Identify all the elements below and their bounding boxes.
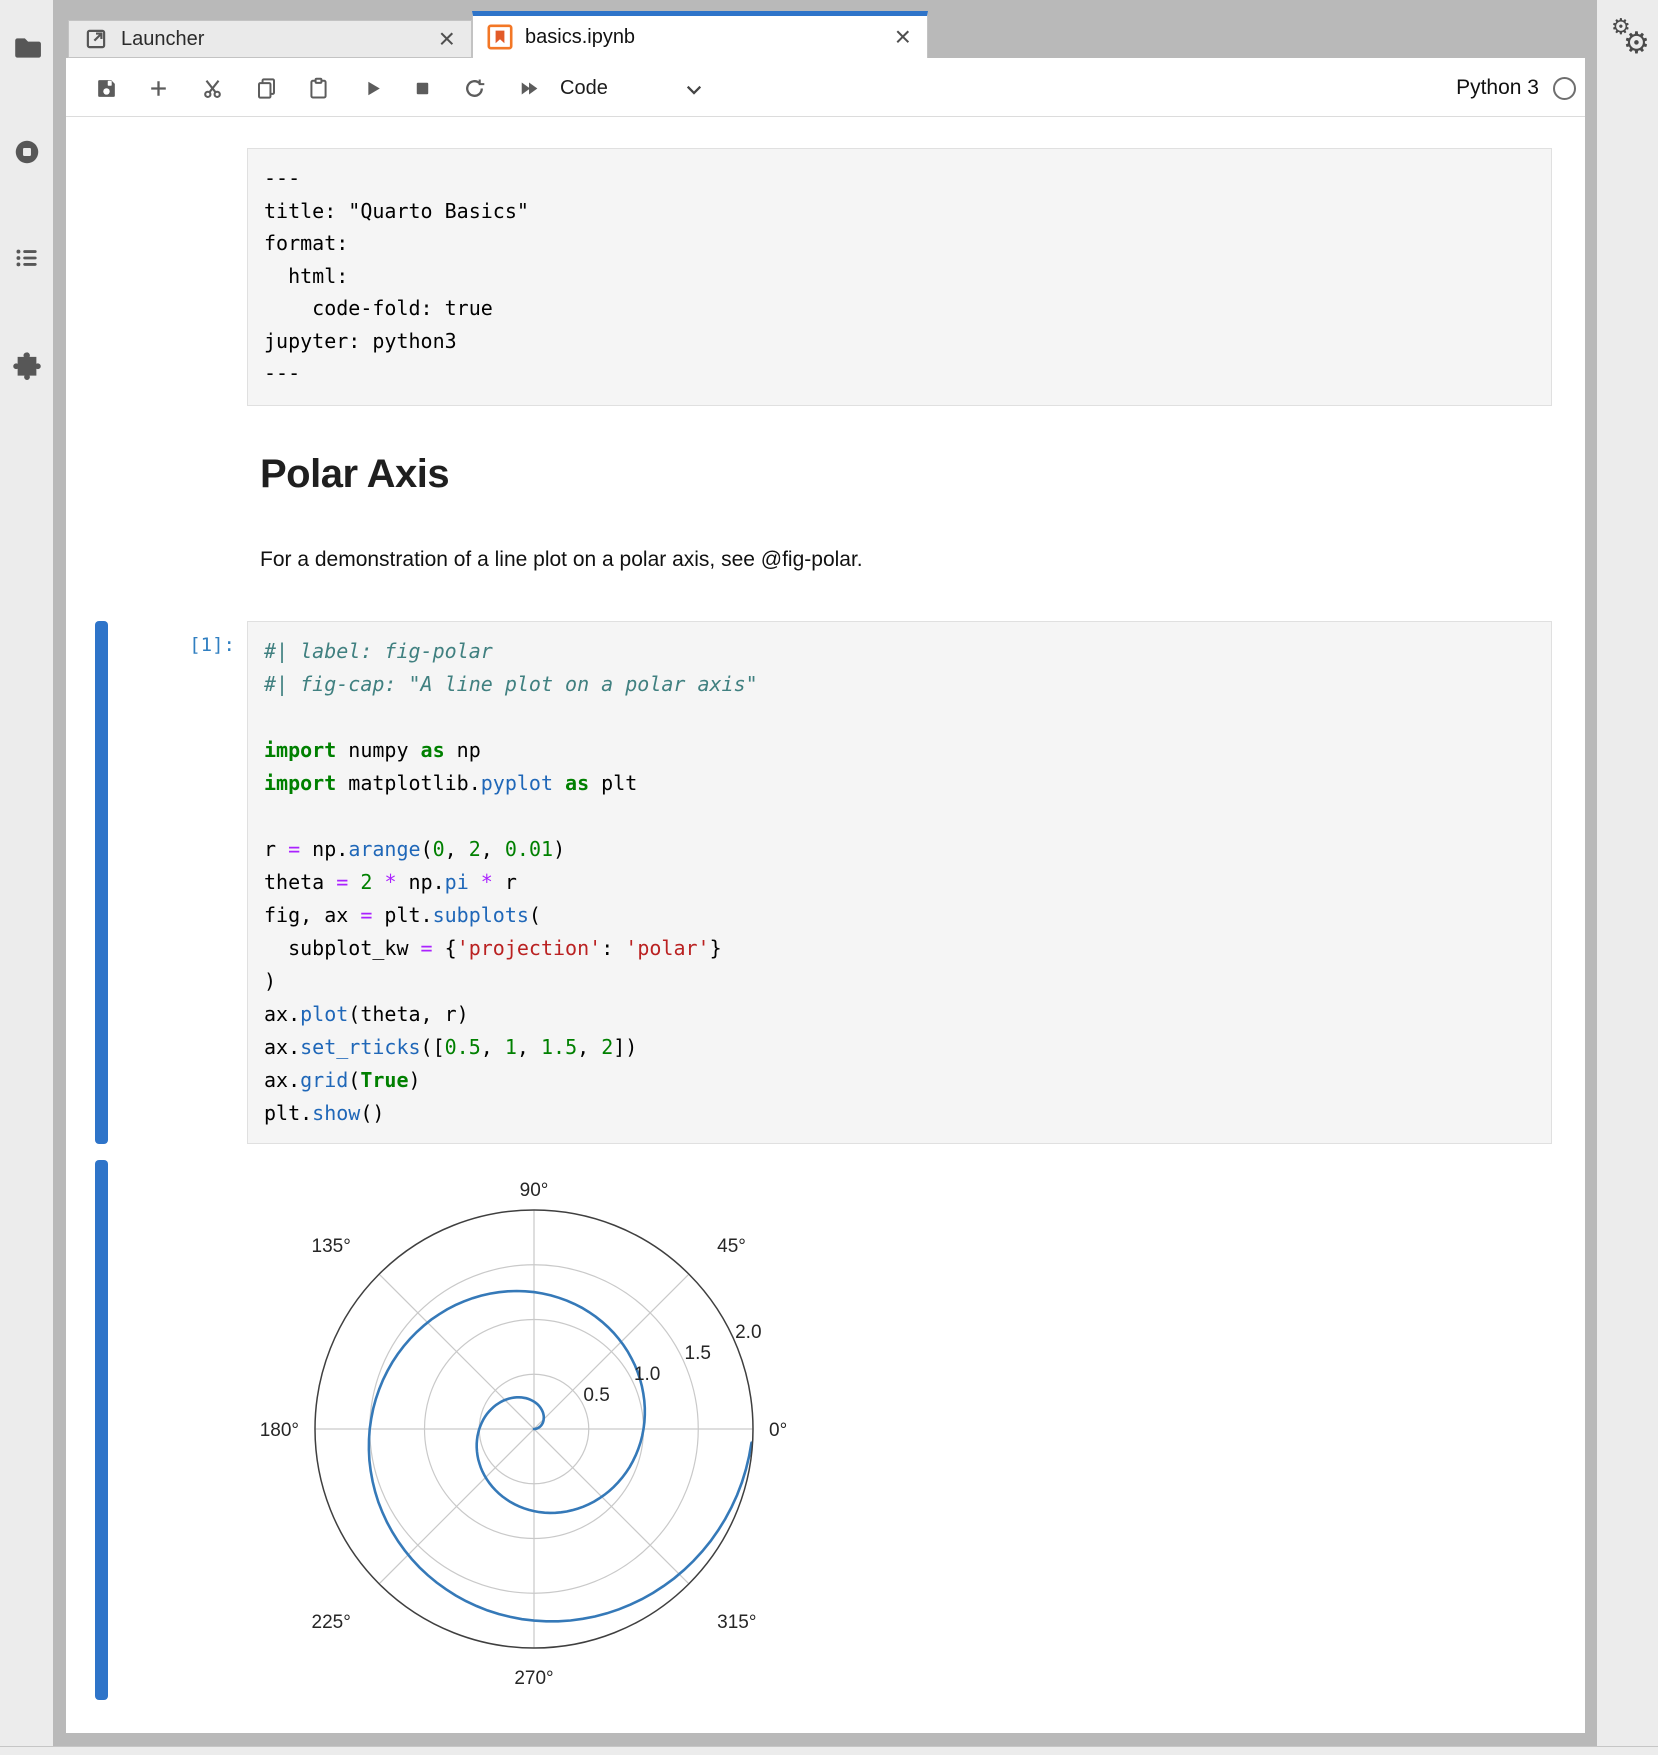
cut-cells-button[interactable] <box>194 70 230 106</box>
tick-label: 1.5 <box>685 1343 711 1364</box>
tick-label: 270° <box>514 1668 553 1689</box>
tick-label: 0° <box>769 1420 787 1441</box>
run-all-cells-button[interactable] <box>510 70 546 106</box>
execution-count-prompt: [1]: <box>100 634 235 656</box>
stop-kernel-button[interactable] <box>404 70 440 106</box>
gear-large-icon: ⚙ <box>1623 29 1650 59</box>
code-line: ax.plot(theta, r) <box>264 998 1535 1031</box>
tick-label: 90° <box>520 1180 549 1201</box>
tab-launcher[interactable]: Launcher × <box>68 20 472 58</box>
raw-cell[interactable]: ---title: "Quarto Basics"format: html: c… <box>247 148 1552 406</box>
code-line: subplot_kw = {'projection': 'polar'} <box>264 932 1535 965</box>
insert-cell-button[interactable] <box>140 70 176 106</box>
code-cell-collapser[interactable] <box>95 621 108 1144</box>
extension-manager-icon[interactable] <box>12 350 42 380</box>
tick-label: 2.0 <box>735 1322 761 1343</box>
output-collapser[interactable] <box>95 1160 108 1700</box>
code-line: #| label: fig-polar <box>264 635 1535 668</box>
kernel-indicator[interactable]: Python 3 <box>1300 70 1576 106</box>
right-sidebar: ⚙ ⚙ <box>1597 0 1658 1754</box>
tab-launcher-close-icon[interactable]: × <box>439 26 455 52</box>
raw-cell-line: code-fold: true <box>264 292 1535 325</box>
code-cell[interactable]: #| label: fig-polar#| fig-cap: "A line p… <box>247 621 1552 1144</box>
file-browser-icon[interactable] <box>12 33 42 63</box>
toolbar-divider <box>66 116 1585 117</box>
tick-label: 1.0 <box>634 1364 660 1385</box>
tick-label: 0.5 <box>583 1385 609 1406</box>
tick-label: 180° <box>260 1420 299 1441</box>
code-line <box>264 701 1535 734</box>
cell-type-value: Code <box>560 77 608 100</box>
code-line: ) <box>264 965 1535 998</box>
tab-notebook-label: basics.ipynb <box>525 26 635 49</box>
code-line: fig, ax = plt.subplots( <box>264 899 1535 932</box>
kernel-name: Python 3 <box>1456 76 1539 100</box>
output-area: 0° 45° 90° 135° 180° 225° 270° 315° 0.5 1.0 1.5 2.0 <box>240 1152 840 1736</box>
code-line: import numpy as np <box>264 734 1535 767</box>
raw-cell-line: format: <box>264 227 1535 260</box>
running-kernels-icon[interactable] <box>12 137 42 167</box>
tick-label: 45° <box>717 1236 746 1257</box>
tab-launcher-label: Launcher <box>121 28 204 51</box>
save-button[interactable] <box>88 70 124 106</box>
markdown-heading: Polar Axis <box>260 452 449 497</box>
notebook-icon <box>487 24 513 50</box>
raw-cell-line: jupyter: python3 <box>264 325 1535 358</box>
left-activity-bar <box>0 0 53 1754</box>
code-line: ax.grid(True) <box>264 1064 1535 1097</box>
code-line: #| fig-cap: "A line plot on a polar axis… <box>264 668 1535 701</box>
jupyterlab-window: { "tabs": [ { "label": "Launcher", "icon… <box>0 0 1658 1754</box>
code-line: plt.show() <box>264 1097 1535 1130</box>
markdown-paragraph: For a demonstration of a line plot on a … <box>260 548 863 572</box>
code-line: ax.set_rticks([0.5, 1, 1.5, 2]) <box>264 1031 1535 1064</box>
table-of-contents-icon[interactable] <box>12 243 42 273</box>
code-line: r = np.arange(0, 2, 0.01) <box>264 833 1535 866</box>
property-inspector-gears-icon[interactable]: ⚙ ⚙ <box>1609 16 1653 64</box>
polar-plot-figure: 0° 45° 90° 135° 180° 225° 270° 315° 0.5 1.0 1.5 2.0 <box>240 1152 840 1736</box>
run-cell-button[interactable] <box>354 70 390 106</box>
restart-kernel-button[interactable] <box>456 70 492 106</box>
raw-cell-line: --- <box>264 162 1535 195</box>
code-line <box>264 800 1535 833</box>
paste-cells-button[interactable] <box>300 70 336 106</box>
tick-label: 315° <box>717 1612 756 1633</box>
raw-cell-line: html: <box>264 260 1535 293</box>
tick-label: 225° <box>312 1612 351 1633</box>
copy-cells-button[interactable] <box>248 70 284 106</box>
tab-notebook-close-icon[interactable]: × <box>895 24 911 50</box>
tab-notebook[interactable]: basics.ipynb × <box>472 11 928 58</box>
kernel-status-icon <box>1553 77 1576 100</box>
code-line: theta = 2 * np.pi * r <box>264 866 1535 899</box>
code-line: import matplotlib.pyplot as plt <box>264 767 1535 800</box>
cell-type-select[interactable]: Code <box>560 70 608 106</box>
tick-label: 135° <box>312 1236 351 1257</box>
launcher-icon <box>83 26 109 52</box>
chevron-down-icon[interactable] <box>686 82 702 94</box>
raw-cell-line: title: "Quarto Basics" <box>264 195 1535 228</box>
raw-cell-line: --- <box>264 357 1535 390</box>
